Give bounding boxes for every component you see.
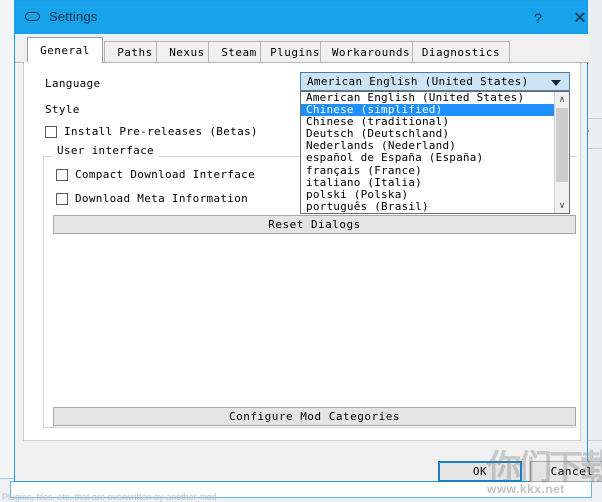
scroll-up-icon[interactable]: ∧ — [555, 92, 569, 107]
language-option-list[interactable]: American English (United States) Chinese… — [301, 92, 555, 213]
language-option[interactable]: français (France) — [301, 165, 555, 177]
style-label: Style — [45, 103, 80, 116]
background-left-fragment: ga — [0, 312, 14, 323]
download-meta-information-label: Download Meta Information — [75, 192, 248, 205]
tab-bar: General Paths Nexus Steam Plugins Workar… — [15, 34, 589, 63]
language-option[interactable]: português (Brasil) — [301, 201, 555, 213]
tab-workarounds[interactable]: Workarounds — [320, 41, 422, 63]
active-tab-connector — [24, 62, 84, 64]
install-prereleases-checkbox[interactable] — [45, 126, 57, 138]
background-left-fragment: v — [0, 332, 14, 343]
window-outline-icon — [25, 12, 42, 23]
ok-button[interactable]: OK — [438, 461, 522, 482]
download-meta-information-checkbox-row[interactable]: Download Meta Information — [56, 192, 248, 205]
cancel-button[interactable]: Cancel — [530, 461, 602, 482]
background-left-fragment: ne — [0, 352, 14, 363]
compact-download-interface-label: Compact Download Interface — [75, 168, 255, 181]
install-prereleases-label: Install Pre-releases (Betas) — [64, 125, 258, 138]
language-label: Language — [45, 77, 100, 90]
compact-download-interface-checkbox-row[interactable]: Compact Download Interface — [56, 168, 255, 181]
language-combobox-value: American English (United States) — [307, 75, 529, 88]
tab-general[interactable]: General — [27, 37, 103, 63]
background-left-fragment: s — [0, 188, 14, 199]
language-dropdown-popup[interactable]: American English (United States) Chinese… — [300, 91, 570, 214]
download-meta-information-checkbox[interactable] — [56, 193, 68, 205]
language-option[interactable]: italiano (Italia) — [301, 177, 555, 189]
language-combobox[interactable]: American English (United States) — [300, 72, 570, 91]
background-left-fragment: ar — [0, 216, 14, 227]
help-button[interactable]: ? — [521, 1, 555, 34]
language-option[interactable]: español de España (España) — [301, 152, 555, 164]
window-title: Settings — [49, 9, 98, 24]
background-left-fragment: a — [0, 168, 14, 179]
title-bar: Settings ? ✕ — [15, 1, 587, 34]
tab-diagnostics[interactable]: Diagnostics — [412, 41, 510, 63]
scroll-down-icon[interactable]: ∨ — [555, 198, 569, 213]
user-interface-group-title: User interface — [53, 144, 158, 157]
scrollbar-thumb[interactable] — [556, 108, 568, 182]
background-left-strip: Ha a s ar ah yr ga v ne li — [0, 0, 14, 501]
chevron-down-icon[interactable] — [551, 80, 561, 86]
close-button[interactable]: ✕ — [563, 1, 597, 34]
background-left-fragment: Ha — [0, 148, 14, 159]
configure-mod-categories-button[interactable]: Configure Mod Categories — [53, 407, 576, 426]
reset-dialogs-button[interactable]: Reset Dialogs — [53, 215, 576, 234]
dropdown-scrollbar[interactable]: ∧ ∨ — [554, 92, 569, 213]
compact-download-interface-checkbox[interactable] — [56, 169, 68, 181]
background-left-fragment: yr — [0, 292, 14, 303]
background-left-fragment: ah — [0, 272, 14, 283]
install-prereleases-checkbox-row[interactable]: Install Pre-releases (Betas) — [45, 125, 258, 138]
